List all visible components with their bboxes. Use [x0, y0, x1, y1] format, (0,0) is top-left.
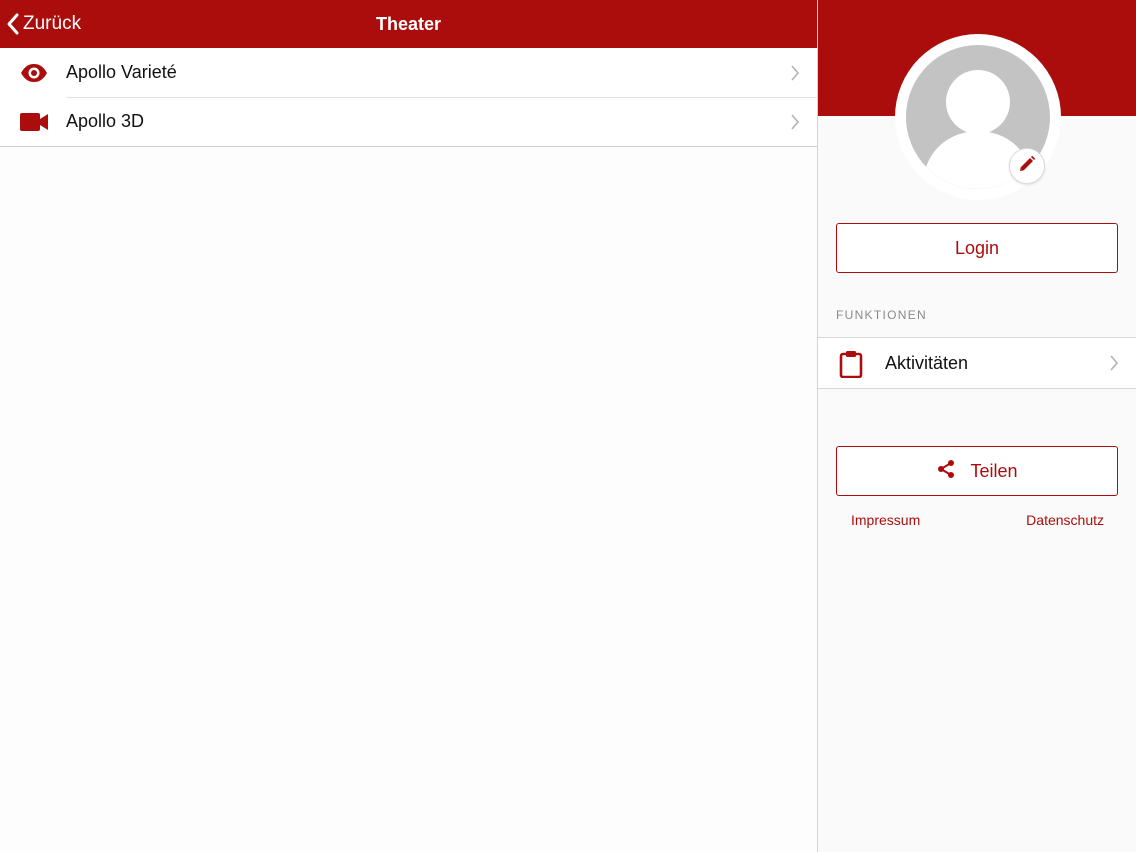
- eye-icon: [18, 48, 50, 97]
- avatar-head: [946, 70, 1010, 134]
- chevron-right-icon: [790, 65, 800, 86]
- main-pane: Zurück Theater Apollo Varieté Apollo 3D: [0, 0, 817, 852]
- share-button[interactable]: Teilen: [836, 446, 1118, 496]
- impressum-link[interactable]: Impressum: [851, 512, 920, 528]
- back-button[interactable]: Zurück: [6, 0, 81, 48]
- chevron-left-icon: [6, 12, 20, 36]
- datenschutz-link[interactable]: Datenschutz: [1026, 512, 1104, 528]
- chevron-right-icon: [790, 114, 800, 135]
- navigation-bar: Zurück Theater: [0, 0, 817, 48]
- function-item-aktivitaeten[interactable]: Aktivitäten: [818, 338, 1136, 388]
- pencil-icon: [1018, 155, 1036, 178]
- list-item-label: Apollo Varieté: [66, 62, 177, 82]
- function-item-label: Aktivitäten: [885, 352, 969, 373]
- list-item-apollo-variete[interactable]: Apollo Varieté: [0, 48, 817, 97]
- list-item-apollo-3d[interactable]: Apollo 3D: [0, 97, 817, 146]
- page-title: Theater: [375, 13, 442, 34]
- app-root: Zurück Theater Apollo Varieté Apollo 3D …: [0, 0, 1136, 852]
- video-camera-icon: [18, 97, 50, 146]
- section-header-funktionen: FUNKTIONEN: [836, 308, 927, 322]
- share-icon: [936, 459, 970, 484]
- profile-sidebar: Login FUNKTIONEN Aktivitäten Teilen Impr…: [817, 0, 1136, 852]
- functions-list: Aktivitäten: [818, 337, 1136, 389]
- back-label: Zurück: [23, 13, 82, 34]
- chevron-right-icon: [1109, 355, 1119, 376]
- clipboard-icon: [838, 350, 864, 383]
- share-button-label: Teilen: [970, 460, 1018, 481]
- theater-list: Apollo Varieté Apollo 3D: [0, 48, 817, 147]
- edit-avatar-button[interactable]: [1009, 148, 1045, 184]
- list-item-label: Apollo 3D: [66, 111, 145, 131]
- login-button[interactable]: Login: [836, 223, 1118, 273]
